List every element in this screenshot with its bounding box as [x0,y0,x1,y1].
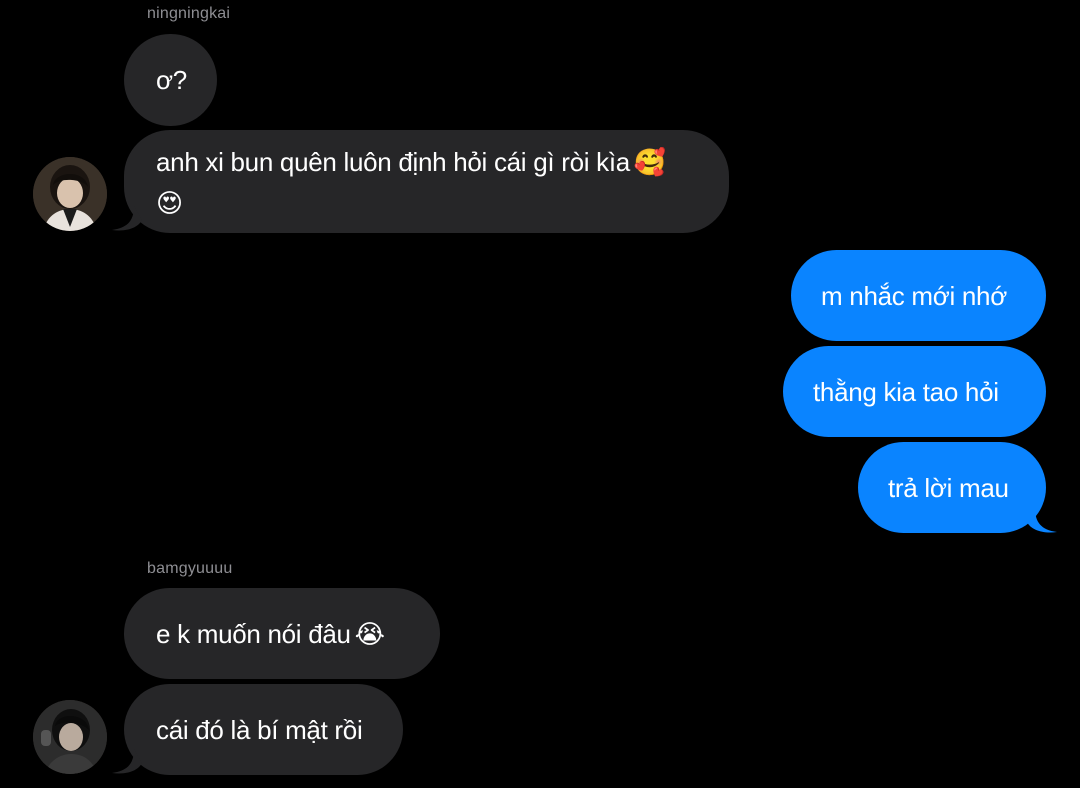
sender-name-bamgyuuuu: bamgyuuuu [147,560,233,577]
avatar[interactable] [33,700,107,774]
message-text: trả lời mau [888,473,1009,503]
message-bubble-outgoing[interactable]: thằng kia tao hỏi [783,346,1046,437]
bubble-tail [112,749,142,774]
message-text: cái đó là bí mật rồi [156,715,363,745]
message-text: m nhắc mới nhớ [821,281,1007,311]
message-text: anh xi bun quên luôn định hỏi cái gì ròi… [156,147,630,177]
avatar[interactable] [33,157,107,231]
message-bubble[interactable]: anh xi bun quên luôn định hỏi cái gì ròi… [124,130,729,233]
profile-photo-icon [33,700,107,774]
heart-eyes-icon: 😍 [156,189,183,219]
message-bubble-outgoing[interactable]: m nhắc mới nhớ [791,250,1046,341]
message-text: thằng kia tao hỏi [813,377,999,407]
message-bubble-outgoing[interactable]: trả lời mau [858,442,1046,533]
message-text: ơ? [156,65,187,95]
smiling-face-with-hearts-icon: 🥰 [633,148,666,178]
profile-photo-icon [33,157,107,231]
message-text: e k muốn nói đâu [156,619,351,649]
bubble-tail [112,206,142,231]
bubble-tail [1027,508,1057,533]
message-bubble[interactable]: e k muốn nói đâu 😭 [124,588,440,679]
sender-name-ningningkai: ningningkai [147,5,231,22]
message-bubble[interactable]: cái đó là bí mật rồi [124,684,403,775]
message-bubble[interactable]: ơ? [124,34,217,126]
loudly-crying-face-icon: 😭 [354,620,385,650]
